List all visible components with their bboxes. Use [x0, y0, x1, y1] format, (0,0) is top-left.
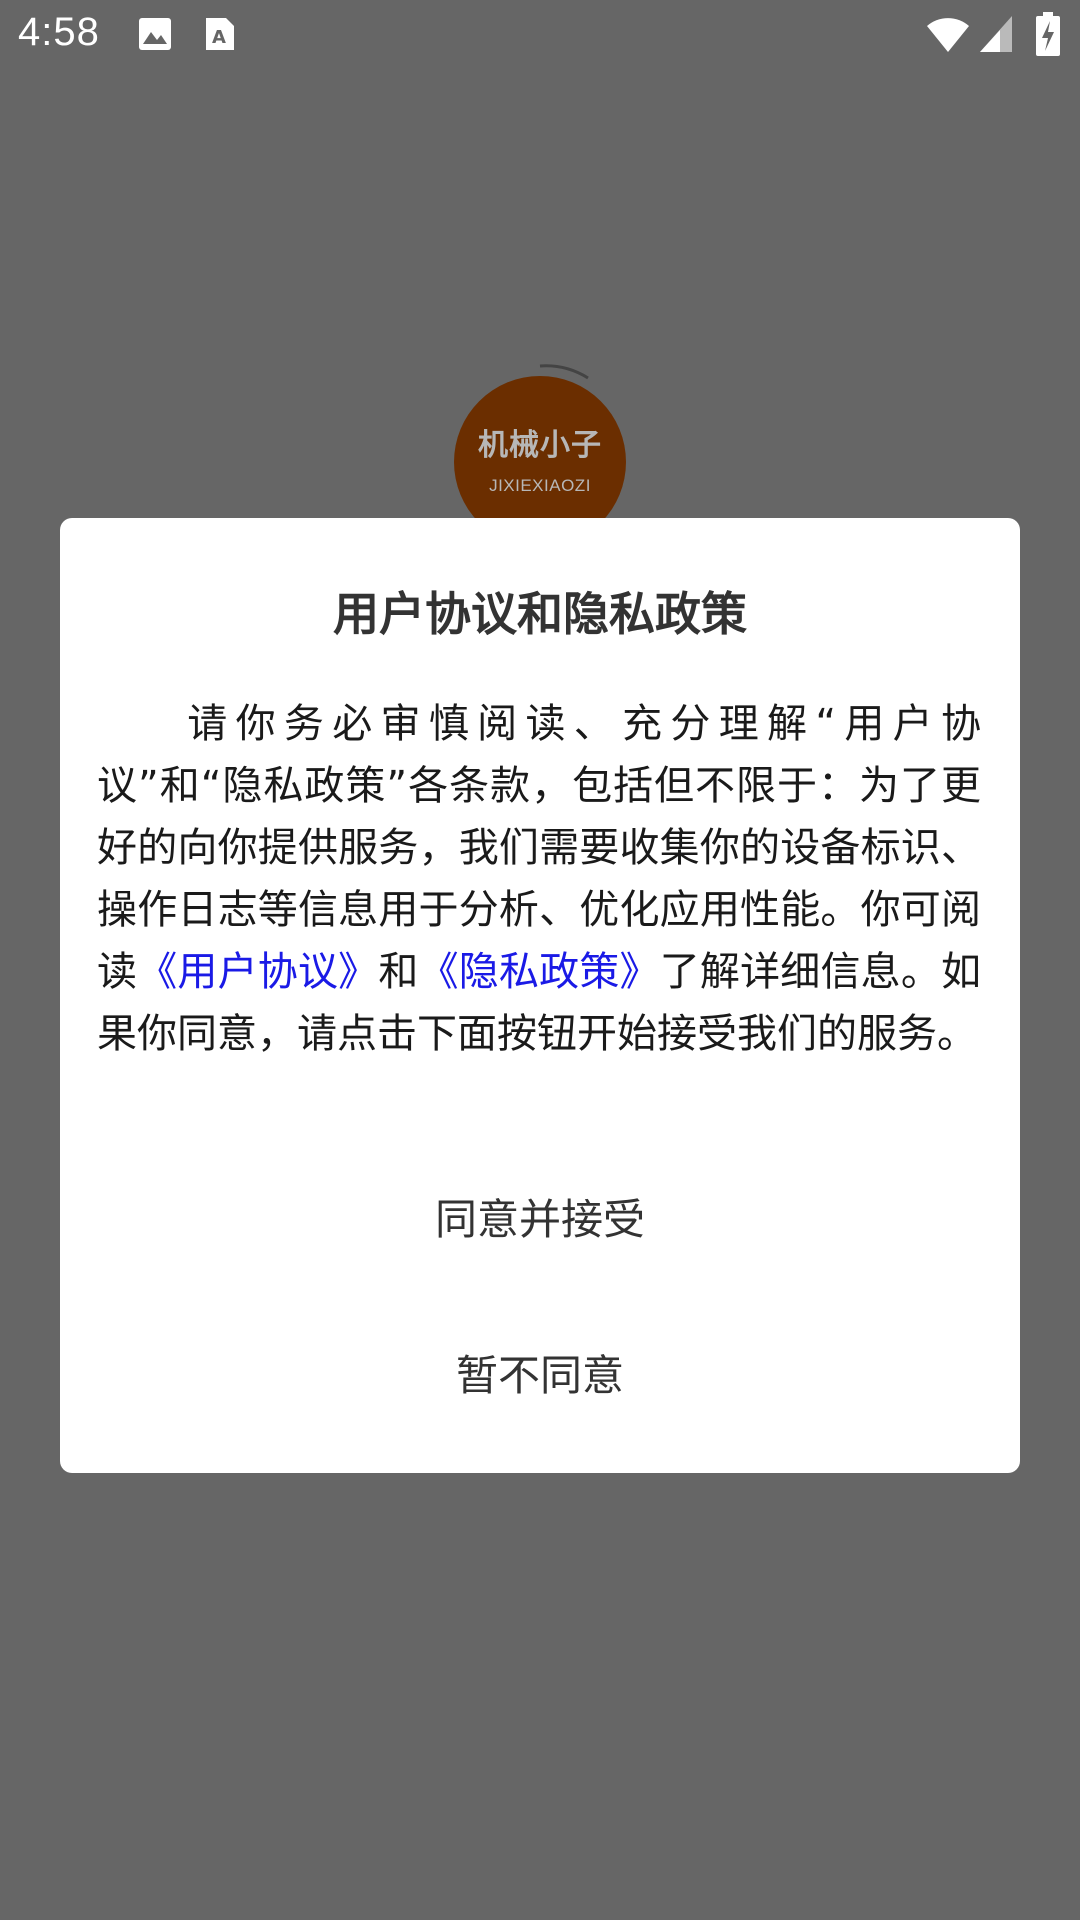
status-time: 4:58 — [18, 10, 100, 54]
logo-text-en: JIXIEXIAOZI — [489, 476, 591, 495]
decline-button[interactable]: 暂不同意 — [60, 1342, 1020, 1403]
agree-button[interactable]: 同意并接受 — [60, 1186, 1020, 1247]
privacy-dialog: 用户协议和隐私政策 请你务必审慎阅读、充分理解“用户协议”和“隐私政策”各条款，… — [60, 518, 1020, 1473]
text-recognition-icon: A — [204, 16, 236, 56]
signal-icon — [978, 14, 1014, 58]
wifi-icon — [926, 14, 970, 58]
status-bar: 4:58 A — [0, 0, 1080, 72]
svg-text:A: A — [212, 27, 226, 48]
privacy-policy-link[interactable]: 《隐私政策》 — [419, 949, 660, 995]
body-text-part2: 和 — [378, 949, 419, 995]
logo-text-cn: 机械小子 — [478, 428, 602, 463]
dialog-title: 用户协议和隐私政策 — [333, 587, 747, 641]
app-logo: 机械小子 JIXIEXIAOZI — [452, 360, 628, 548]
image-icon — [137, 16, 173, 56]
user-agreement-link[interactable]: 《用户协议》 — [137, 949, 378, 995]
dialog-body: 请你务必审慎阅读、充分理解“用户协议”和“隐私政策”各条款，包括但不限于：为了更… — [97, 693, 981, 1065]
battery-charging-icon — [1036, 12, 1060, 60]
